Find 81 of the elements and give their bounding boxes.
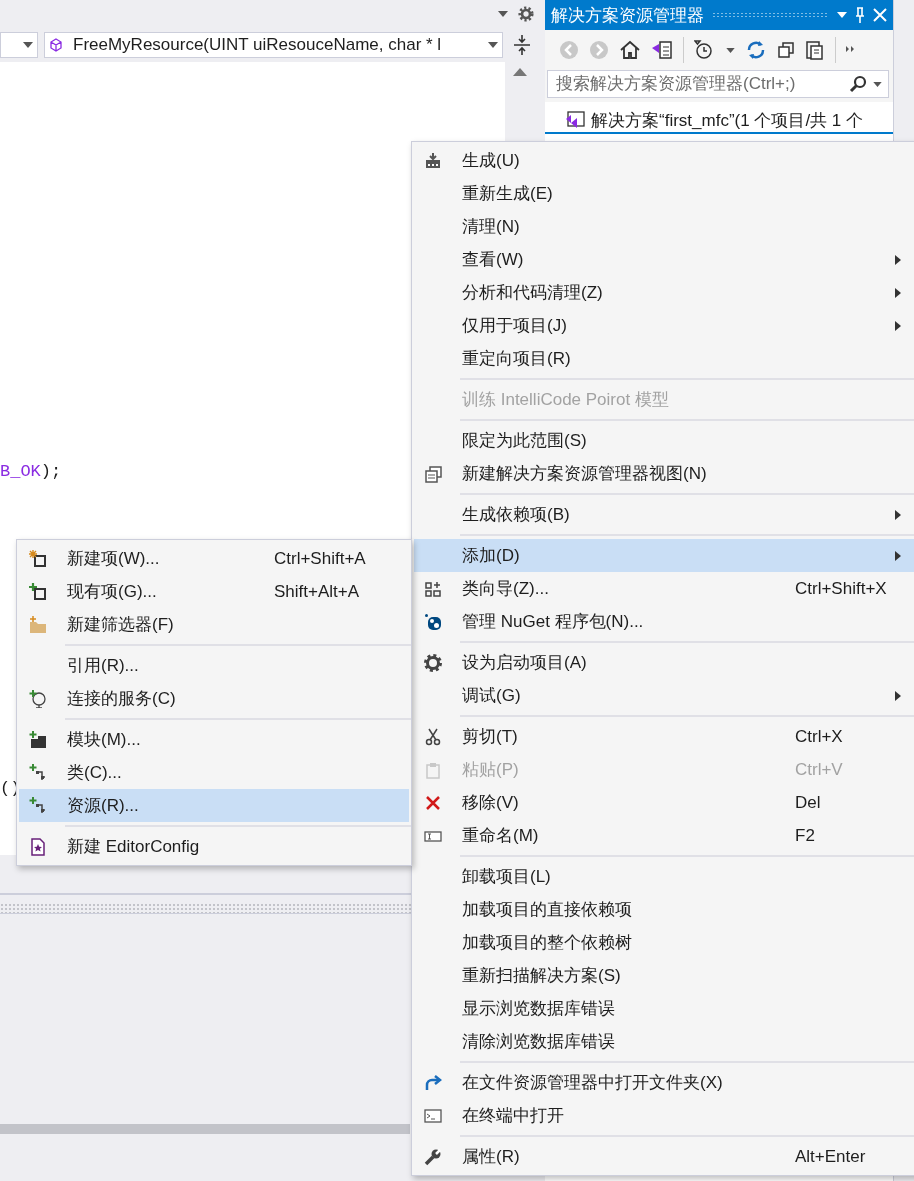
menu-item[interactable]: 卸载项目(L): [414, 860, 914, 893]
menu-item[interactable]: 在文件资源管理器中打开文件夹(X): [414, 1066, 914, 1099]
pin-icon[interactable]: [855, 7, 865, 23]
menu-item[interactable]: 管理 NuGet 程序包(N)...: [414, 605, 914, 638]
menu-item[interactable]: 新建解决方案资源管理器视图(N): [414, 457, 914, 490]
menu-item[interactable]: 新建筛选器(F): [19, 608, 409, 641]
clipboard-icon: [424, 760, 442, 779]
menu-item[interactable]: 剪切(T) Ctrl+X: [414, 720, 914, 753]
add-item-icon: [29, 582, 47, 601]
menu-item[interactable]: 调试(G): [414, 679, 914, 712]
settings-icon[interactable]: [518, 6, 534, 22]
nuget-icon: [424, 612, 442, 631]
caret-icon: [23, 42, 33, 48]
menu-item[interactable]: 资源(R)...: [19, 789, 409, 822]
wrench-icon: [424, 1147, 442, 1166]
menu-item[interactable]: 模块(M)...: [19, 723, 409, 756]
menu-item[interactable]: 属性(R) Alt+Enter: [414, 1140, 914, 1173]
menu-item[interactable]: 类(C)...: [19, 756, 409, 789]
plus-nodes-icon: [29, 796, 47, 815]
caret-icon[interactable]: [726, 47, 735, 53]
caret-icon[interactable]: [873, 81, 882, 87]
search-icon[interactable]: [849, 75, 867, 93]
copy-icon[interactable]: [805, 39, 825, 61]
switch-views-icon[interactable]: [651, 40, 673, 60]
plus-module-icon: [29, 730, 47, 749]
menu-item[interactable]: 分析和代码清理(Z): [414, 276, 914, 309]
menu-item[interactable]: 清除浏览数据库错误: [414, 1025, 914, 1058]
menu-item[interactable]: 重新生成(E): [414, 177, 914, 210]
close-icon[interactable]: [873, 8, 887, 22]
caret-icon[interactable]: [498, 11, 508, 17]
menu-item[interactable]: 清理(N): [414, 210, 914, 243]
terminal-icon: [424, 1106, 442, 1125]
caret-icon: [488, 42, 498, 48]
solution-icon: [565, 111, 585, 129]
menu-item[interactable]: 重定向项目(R): [414, 342, 914, 375]
menu-item[interactable]: 现有项(G)... Shift+Alt+A: [19, 575, 409, 608]
menu-item[interactable]: 显示浏览数据库错误: [414, 992, 914, 1025]
sync-icon[interactable]: [745, 40, 767, 60]
scrollbar-thumb[interactable]: [0, 1124, 410, 1134]
menu-item[interactable]: 加载项目的直接依赖项: [414, 893, 914, 926]
menu-item[interactable]: 限定为此范围(S): [414, 424, 914, 457]
caret-icon[interactable]: [837, 12, 847, 18]
menu-item[interactable]: 生成(U): [414, 144, 914, 177]
menu-item[interactable]: 移除(V) Del: [414, 786, 914, 819]
menu-item[interactable]: 引用(R)...: [19, 649, 409, 682]
search-field[interactable]: 搜索解决方案资源管理器(Ctrl+;): [547, 70, 889, 98]
menu-item[interactable]: 查看(W): [414, 243, 914, 276]
menu-item[interactable]: 生成依赖项(B): [414, 498, 914, 531]
scope-dropdown[interactable]: [0, 32, 38, 58]
plus-nodes-icon: [29, 763, 47, 782]
build-icon: [424, 151, 442, 170]
home-icon[interactable]: [619, 40, 641, 60]
menu-item[interactable]: 加载项目的整个依赖树: [414, 926, 914, 959]
menu-item[interactable]: 添加(D): [414, 539, 914, 572]
menu-item[interactable]: 新建项(W)... Ctrl+Shift+A: [19, 542, 409, 575]
code-line: B_OK);: [0, 462, 62, 482]
scissors-icon: [424, 727, 442, 746]
new-item-icon: [29, 549, 47, 568]
panel-title: 解决方案资源管理器: [551, 4, 704, 27]
folder-icon: [29, 615, 47, 634]
curved-arrow-icon: [424, 1073, 442, 1092]
menu-item[interactable]: 在终端中打开: [414, 1099, 914, 1132]
overflow-icon[interactable]: [846, 46, 856, 54]
remove-icon: [424, 793, 442, 812]
plus-globe-icon: [29, 689, 47, 708]
menu-item[interactable]: 仅用于项目(J): [414, 309, 914, 342]
windows-icon: [424, 464, 442, 483]
cube-icon: [49, 38, 63, 52]
collapse-icon[interactable]: [777, 41, 795, 59]
member-dropdown[interactable]: FreeMyResource(UINT uiResouceName, char * l: [44, 32, 503, 58]
scroll-up-icon[interactable]: [513, 68, 527, 76]
menu-item[interactable]: 类向导(Z)... Ctrl+Shift+X: [414, 572, 914, 605]
menu-item[interactable]: 重命名(M) F2: [414, 819, 914, 852]
tree-item[interactable]: 解决方案“first_mfc”(1 个项目/共 1 个: [591, 108, 863, 132]
gear-icon: [424, 653, 442, 672]
menu-item[interactable]: 新建 EditorConfig: [19, 830, 409, 863]
document-star-icon: [29, 837, 47, 856]
wizard-grid-icon: [424, 579, 442, 598]
menu-item[interactable]: 连接的服务(C): [19, 682, 409, 715]
menu-item[interactable]: 重新扫描解决方案(S): [414, 959, 914, 992]
menu-item[interactable]: 设为启动项目(A): [414, 646, 914, 679]
